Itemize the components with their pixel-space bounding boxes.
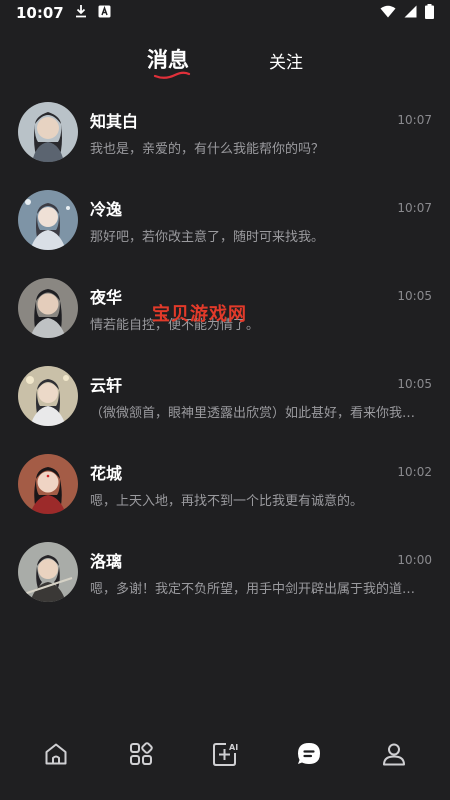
top-tabs: 消息 关注 xyxy=(0,34,450,79)
message-preview: 那好吧，若你改主意了，随时可来找我。 xyxy=(90,229,325,245)
list-item[interactable]: 花城 10:02 嗯，上天入地，再找不到一个比我更有诚意的。 xyxy=(0,440,450,528)
home-icon xyxy=(43,741,69,767)
item-body: 洛璃 10:00 嗯，多谢！我定不负所望，用手中剑开辟出属于我的道路！ xyxy=(90,548,432,597)
tab-active-indicator xyxy=(153,71,191,79)
message-time: 10:05 xyxy=(397,288,432,303)
status-bar: 10:07 xyxy=(0,0,450,26)
message-time: 10:07 xyxy=(397,200,432,215)
avatar xyxy=(18,102,78,162)
status-left: 10:07 xyxy=(16,4,111,22)
row-top: 花城 10:02 xyxy=(90,460,432,484)
list-item[interactable]: 知其白 10:07 我也是，亲爱的，有什么我能帮你的吗？ xyxy=(0,88,450,176)
tab-following-label: 关注 xyxy=(269,53,303,73)
row-top: 夜华 10:05 xyxy=(90,284,432,308)
tab-messages-label: 消息 xyxy=(147,48,189,72)
wifi-icon xyxy=(380,5,396,22)
message-preview: 我也是，亲爱的，有什么我能帮你的吗？ xyxy=(90,141,325,157)
message-list: 知其白 10:07 我也是，亲爱的，有什么我能帮你的吗？ 冷逸 10:07 那好… xyxy=(0,88,450,616)
contact-name: 夜华 xyxy=(90,287,123,307)
row-top: 知其白 10:07 xyxy=(90,108,432,132)
item-body: 花城 10:02 嗯，上天入地，再找不到一个比我更有诚意的。 xyxy=(90,460,432,509)
message-preview: （微微颔首，眼神里透露出欣赏）如此甚好，看来你我真是志同道合 xyxy=(90,405,424,421)
message-time: 10:02 xyxy=(397,464,432,479)
nav-ai-create[interactable]: AI xyxy=(203,732,247,776)
message-time: 10:07 xyxy=(397,112,432,127)
avatar xyxy=(18,190,78,250)
download-icon xyxy=(74,4,88,22)
avatar xyxy=(18,454,78,514)
ai-create-icon: AI xyxy=(211,740,239,768)
tab-following[interactable]: 关注 xyxy=(269,48,303,74)
contact-name: 冷逸 xyxy=(90,199,123,219)
list-item[interactable]: 云轩 10:05 （微微颔首，眼神里透露出欣赏）如此甚好，看来你我真是志同道合 xyxy=(0,352,450,440)
nav-profile[interactable] xyxy=(372,732,416,776)
item-body: 云轩 10:05 （微微颔首，眼神里透露出欣赏）如此甚好，看来你我真是志同道合 xyxy=(90,372,432,421)
list-item[interactable]: 洛璃 10:00 嗯，多谢！我定不负所望，用手中剑开辟出属于我的道路！ xyxy=(0,528,450,616)
bottom-nav: AI xyxy=(0,708,450,800)
contact-name: 知其白 xyxy=(90,111,139,131)
nav-discover[interactable] xyxy=(119,732,163,776)
nav-messages[interactable] xyxy=(287,732,331,776)
signal-icon xyxy=(404,5,417,22)
svg-text:AI: AI xyxy=(229,743,238,752)
avatar xyxy=(18,366,78,426)
item-body: 冷逸 10:07 那好吧，若你改主意了，随时可来找我。 xyxy=(90,196,432,245)
item-body: 知其白 10:07 我也是，亲爱的，有什么我能帮你的吗？ xyxy=(90,108,432,157)
app-notification-icon xyxy=(98,5,111,22)
row-top: 洛璃 10:00 xyxy=(90,548,432,572)
status-right xyxy=(380,3,434,23)
avatar xyxy=(18,278,78,338)
avatar xyxy=(18,542,78,602)
status-time: 10:07 xyxy=(16,4,64,22)
contact-name: 洛璃 xyxy=(90,551,123,571)
nav-home[interactable] xyxy=(34,732,78,776)
message-preview: 情若能自控，便不能为情了。 xyxy=(90,317,260,333)
message-time: 10:05 xyxy=(397,376,432,391)
row-top: 冷逸 10:07 xyxy=(90,196,432,220)
battery-icon xyxy=(425,3,434,23)
message-preview: 嗯，多谢！我定不负所望，用手中剑开辟出属于我的道路！ xyxy=(90,581,424,597)
message-preview: 嗯，上天入地，再找不到一个比我更有诚意的。 xyxy=(90,493,364,509)
row-top: 云轩 10:05 xyxy=(90,372,432,396)
message-time: 10:00 xyxy=(397,552,432,567)
profile-icon xyxy=(381,741,407,767)
contact-name: 花城 xyxy=(90,463,123,483)
tab-messages[interactable]: 消息 xyxy=(147,44,191,79)
contact-name: 云轩 xyxy=(90,375,123,395)
apps-grid-icon xyxy=(128,741,154,767)
chat-bubble-icon xyxy=(295,740,323,768)
item-body: 夜华 10:05 情若能自控，便不能为情了。 xyxy=(90,284,432,333)
list-item[interactable]: 冷逸 10:07 那好吧，若你改主意了，随时可来找我。 xyxy=(0,176,450,264)
watermark: 宝贝游戏网 xyxy=(152,304,247,325)
